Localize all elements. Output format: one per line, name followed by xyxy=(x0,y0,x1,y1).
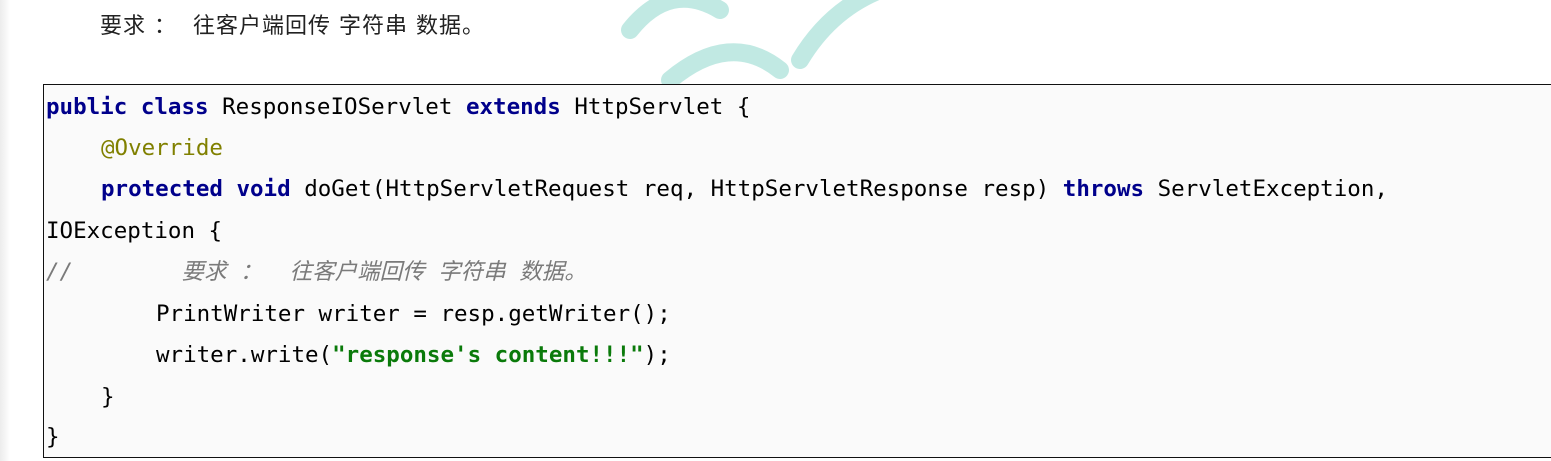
code-text: writer.write( xyxy=(156,342,333,368)
code-text: IOException { xyxy=(46,218,223,244)
code-line-1: public class ResponseIOServlet extends H… xyxy=(46,87,750,127)
code-text: doGet(HttpServletRequest req, HttpServle… xyxy=(304,176,1050,202)
code-text: HttpServlet { xyxy=(574,94,751,120)
code-text: ); xyxy=(643,342,671,368)
code-line-8: } xyxy=(101,377,115,417)
code-string: "response's content!!!" xyxy=(332,342,644,368)
code-line-5: // 要求 ： 往客户端回传 字符串 数据。 xyxy=(46,252,587,292)
watermark-logo xyxy=(621,0,880,89)
code-keyword: public xyxy=(46,94,128,120)
code-keyword: throws xyxy=(1062,176,1145,202)
code-keyword: void xyxy=(236,176,291,202)
code-line-3: protected void doGet(HttpServletRequest … xyxy=(101,169,1388,209)
page-edge-shadow xyxy=(0,0,10,461)
code-line-9: } xyxy=(46,417,60,457)
code-line-2: @Override xyxy=(101,128,223,168)
code-text: } xyxy=(46,424,60,450)
code-keyword: extends xyxy=(465,94,561,120)
code-line-4: IOException { xyxy=(46,211,222,251)
code-text: PrintWriter writer = resp.getWriter(); xyxy=(156,301,671,327)
code-line-6: PrintWriter writer = resp.getWriter(); xyxy=(156,294,671,334)
code-text: ServletException, xyxy=(1157,176,1388,202)
code-block: public class ResponseIOServlet extends H… xyxy=(43,84,1551,458)
requirement-heading: 要求 ： 往客户端回传 字符串 数据。 xyxy=(100,14,485,39)
code-keyword: class xyxy=(140,94,209,120)
code-line-7: writer.write("response's content!!!"); xyxy=(156,335,671,375)
code-text: } xyxy=(101,384,115,410)
code-keyword: protected xyxy=(101,176,223,202)
class-name: ResponseIOServlet xyxy=(222,94,453,120)
code-annotation: @Override xyxy=(101,135,223,161)
code-comment: // 要求 ： 往客户端回传 字符串 数据。 xyxy=(46,259,587,285)
